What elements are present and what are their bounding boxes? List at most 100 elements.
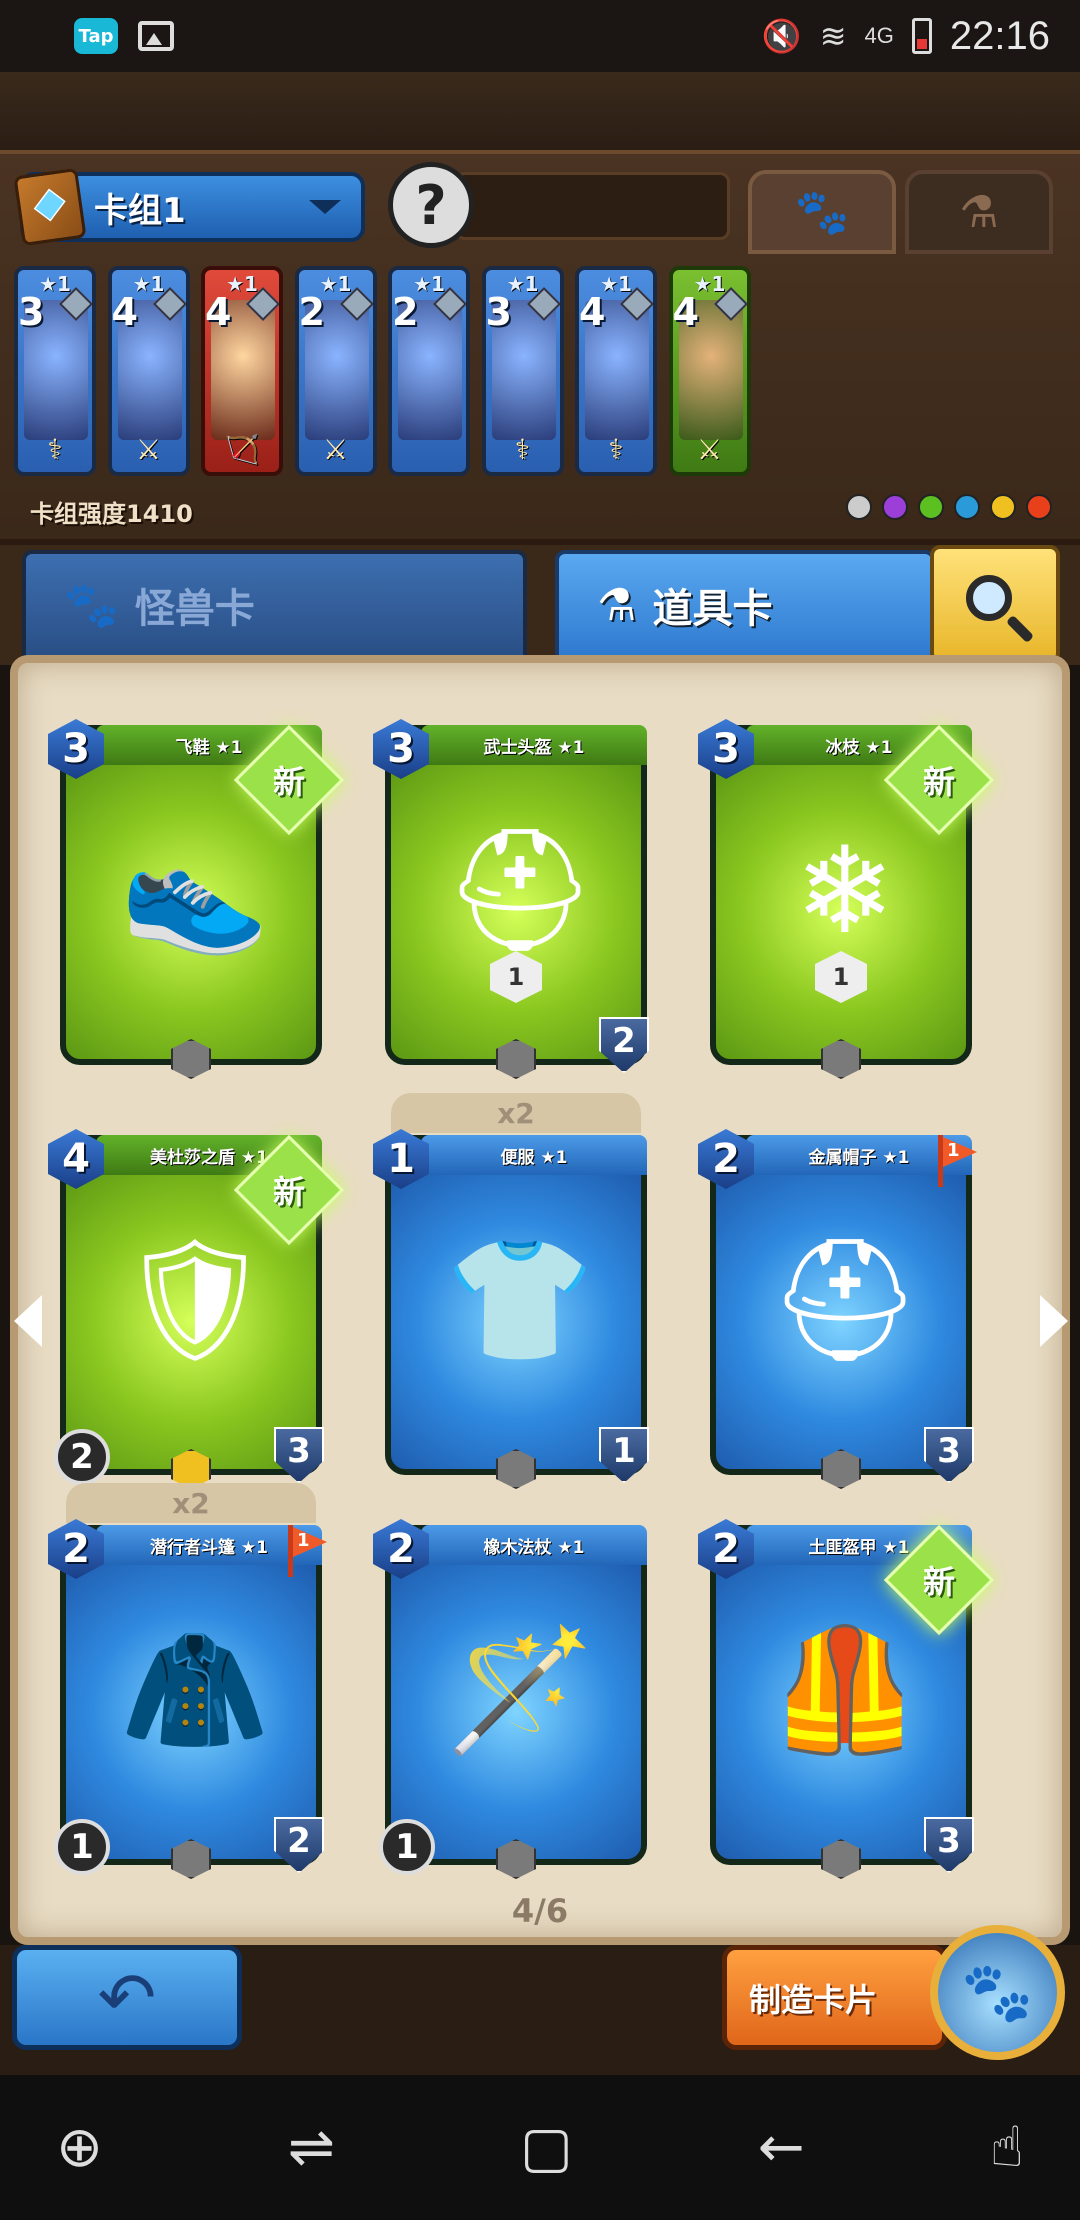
deck-card-cost: 4	[672, 290, 699, 334]
home-icon[interactable]: ▢	[520, 2115, 573, 2180]
shield-icon: 3	[924, 1817, 974, 1873]
deck-card[interactable]: ★1 4 ⚔	[668, 266, 751, 476]
potion-icon: ⚗	[959, 186, 999, 238]
item-card[interactable]: 金属帽子 ★1 2 ⛑ 1 3	[698, 1129, 977, 1489]
deck-card-cost: 4	[579, 290, 606, 334]
item-card[interactable]: 武士头盔 ★1 3 ⛑ 1 2	[373, 719, 649, 1079]
gallery-icon	[138, 21, 174, 51]
craft-label: 制造卡片	[749, 1980, 878, 2019]
deck-card[interactable]: ★1 4 🏹	[201, 266, 283, 476]
page-indicator: 4/6	[511, 1892, 569, 1930]
card-art: 👟	[120, 821, 270, 960]
shield-icon: 2	[274, 1817, 324, 1873]
shield-icon: 2	[599, 1017, 649, 1073]
item-card[interactable]: 飞鞋 ★1 3 👟 新	[48, 719, 345, 1079]
tab-monster-cards[interactable]: 🐾 怪兽卡	[22, 550, 527, 660]
deck-selector[interactable]: 卡组1	[13, 167, 365, 247]
item-card[interactable]: 潜行者斗篷 ★1 2 🧥 1 2 1	[48, 1519, 327, 1879]
hero-name-box	[455, 172, 730, 240]
item-card[interactable]: 橡木法杖 ★1 2 🪄 1	[373, 1519, 647, 1879]
card-cost: 2	[373, 1519, 429, 1579]
clock: 22:16	[949, 13, 1050, 58]
deck-card[interactable]: ★1 4 ⚕	[575, 266, 657, 476]
card-cost: 3	[373, 719, 429, 779]
element-icon	[1026, 494, 1052, 520]
rarity-gem-icon	[496, 1449, 536, 1489]
tab-item-label: 道具卡	[652, 586, 773, 632]
element-icon	[990, 494, 1016, 520]
system-nav-bar: ⊕ ⇌ ▢ ← ☝	[0, 2075, 1080, 2220]
card-cost: 3	[698, 719, 754, 779]
item-card[interactable]: 冰枝 ★1 3 ❄ 新 1	[698, 719, 995, 1079]
sword-icon: ⚔	[322, 433, 349, 466]
card-title: 武士头盔 ★1	[421, 725, 647, 765]
copies-label: x2	[66, 1483, 316, 1523]
deck-card-row: ★1 3 ⚕ ★1 4 ⚔ ★1 4 🏹 ★1 2 ⚔ ★1 2 ★1 3 ⚕ ★1 4 ⚕ ★1 4 ⚔	[14, 266, 1074, 476]
back-icon[interactable]: ←	[758, 2115, 805, 2180]
deck-card-cost: 2	[392, 290, 419, 334]
deck-card-cost: 3	[485, 290, 512, 334]
card-art: 🛡	[118, 1231, 272, 1370]
category-tabs: 🐾 怪兽卡 ⚗ 道具卡	[0, 545, 1080, 665]
hero-slot[interactable]: ?	[388, 162, 474, 248]
card-art: 👕	[445, 1231, 595, 1370]
deck-card[interactable]: ★1 2 ⚔	[294, 266, 377, 476]
deck-card[interactable]: ★1 4 ⚔	[107, 266, 190, 476]
paw-icon: 🐾	[794, 187, 850, 238]
potion-icon: ⚗	[597, 579, 637, 631]
next-page-arrow-icon[interactable]	[1040, 1295, 1068, 1347]
rarity-gem-icon	[496, 1839, 536, 1879]
card-art: 🪄	[445, 1621, 595, 1760]
bow-icon: 🏹	[224, 433, 260, 466]
staff-icon: ⚕	[514, 433, 531, 466]
tab-monster-deck[interactable]: 🐾	[748, 170, 896, 254]
search-button[interactable]	[930, 545, 1060, 663]
card-stat-badge: 1	[54, 1819, 110, 1875]
item-card[interactable]: 土匪盔甲 ★1 2 🦺 新 3	[698, 1519, 995, 1879]
craft-card-button[interactable]: 制造卡片	[722, 1945, 947, 2050]
rarity-gem-icon	[821, 1449, 861, 1489]
chevron-down-icon	[309, 200, 341, 214]
tab-item-cards[interactable]: ⚗ 道具卡	[555, 550, 935, 660]
deck-bar: 卡组1 ? 🐾 ⚗ ★1 3 ⚕ ★1 4 ⚔ ★1 4 🏹 ★1 2 ⚔ ★1 2 ★1 3 ⚕ ★1 4 ⚕ ★1 4…	[0, 150, 1080, 545]
tab-monster-label: 怪兽卡	[134, 586, 255, 632]
deck-name: 卡组1	[94, 190, 186, 231]
status-right: 🔇 ≋ 4G 22:16	[762, 14, 1050, 59]
deck-card[interactable]: ★1 3 ⚕	[481, 266, 564, 476]
item-card[interactable]: 便服 ★1 1 👕 1	[373, 1129, 649, 1489]
back-arrow-icon: ↶	[97, 1956, 157, 2039]
sword-icon: ⚔	[696, 433, 723, 466]
status-bar: Tap 🔇 ≋ 4G 22:16	[0, 0, 1080, 72]
rarity-gem-icon	[171, 1839, 211, 1879]
flag-icon: 1	[938, 1135, 977, 1187]
rarity-gem-icon	[821, 1039, 861, 1079]
deck-strength: 卡组强度1410	[30, 500, 193, 528]
deck-card-cost: 4	[111, 290, 138, 334]
card-cost: 2	[698, 1129, 754, 1189]
craft-orb-icon[interactable]: 🐾	[930, 1925, 1065, 2060]
card-art: ⛑	[768, 1231, 922, 1370]
item-card[interactable]: 美杜莎之盾 ★1 4 🛡 新 3 2	[48, 1129, 345, 1489]
card-art: 🧥	[120, 1621, 270, 1760]
back-button[interactable]: ↶	[12, 1945, 242, 2050]
game-tools-icon[interactable]: ⊕	[56, 2115, 103, 2180]
recents-icon[interactable]: ⇌	[288, 2115, 335, 2180]
element-icon	[954, 494, 980, 520]
mute-icon: 🔇	[761, 18, 802, 54]
deck-card-cost: 2	[298, 290, 325, 334]
card-title: 橡木法杖 ★1	[421, 1525, 647, 1565]
deck-book-icon	[13, 167, 87, 247]
element-icon	[882, 494, 908, 520]
deck-card[interactable]: ★1 2	[388, 266, 470, 476]
touch-gesture-icon[interactable]: ☝	[990, 2115, 1024, 2180]
card-cost: 2	[698, 1519, 754, 1579]
wood-frame-top	[0, 72, 1080, 152]
tab-item-deck[interactable]: ⚗	[905, 170, 1053, 254]
copies-label: x2	[391, 1093, 641, 1133]
element-icons	[846, 494, 1052, 520]
prev-page-arrow-icon[interactable]	[14, 1295, 42, 1347]
card-grid: 飞鞋 ★1 3 👟 新武士头盔 ★1 3 ⛑ 1 2 冰枝 ★1 3 ❄ 新 1 美杜莎之盾 ★1 4 🛡 新 3…	[48, 719, 1020, 1905]
staff-icon: ⚕	[608, 433, 624, 466]
card-cost: 1	[373, 1129, 429, 1189]
deck-card[interactable]: ★1 3 ⚕	[14, 266, 96, 476]
